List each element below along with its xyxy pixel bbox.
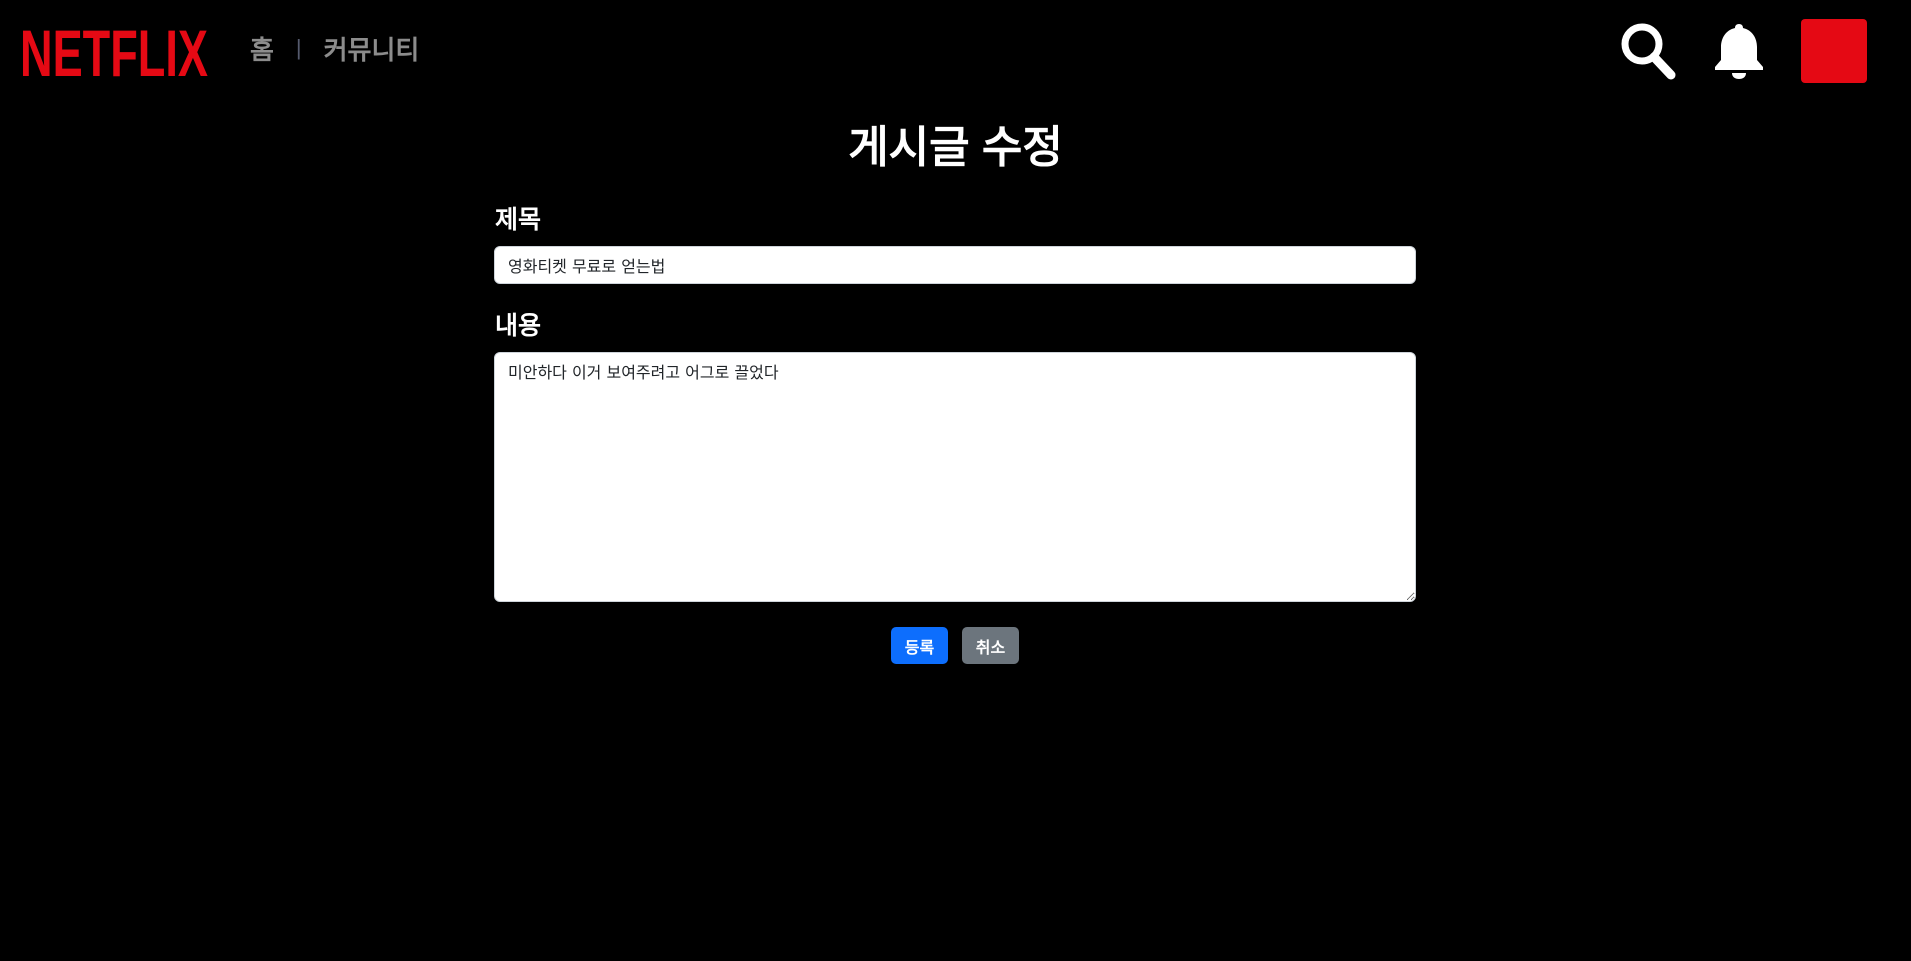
top-navigation-bar: NETFLIX 홈 | 커뮤니티 (0, 0, 1911, 100)
title-input[interactable] (494, 246, 1416, 284)
bell-icon[interactable] (1712, 22, 1766, 80)
main-nav: 홈 | 커뮤니티 (250, 30, 419, 66)
netflix-logo-text: NETFLIX (20, 20, 208, 82)
netflix-logo[interactable]: NETFLIX (20, 16, 210, 90)
search-icon[interactable] (1620, 22, 1676, 80)
content-label: 내용 (495, 312, 542, 340)
nav-separator: | (295, 35, 302, 60)
profile-avatar[interactable] (1801, 19, 1867, 83)
nav-home-link[interactable]: 홈 (250, 30, 274, 67)
title-label: 제목 (495, 206, 542, 234)
cancel-button[interactable]: 취소 (962, 627, 1019, 664)
content-textarea[interactable]: 미안하다 이거 보여주려고 어그로 끌었다 (494, 352, 1416, 602)
submit-button[interactable]: 등록 (891, 627, 948, 664)
nav-community-link[interactable]: 커뮤니티 (324, 30, 420, 67)
page-title: 게시글 수정 (848, 123, 1063, 172)
